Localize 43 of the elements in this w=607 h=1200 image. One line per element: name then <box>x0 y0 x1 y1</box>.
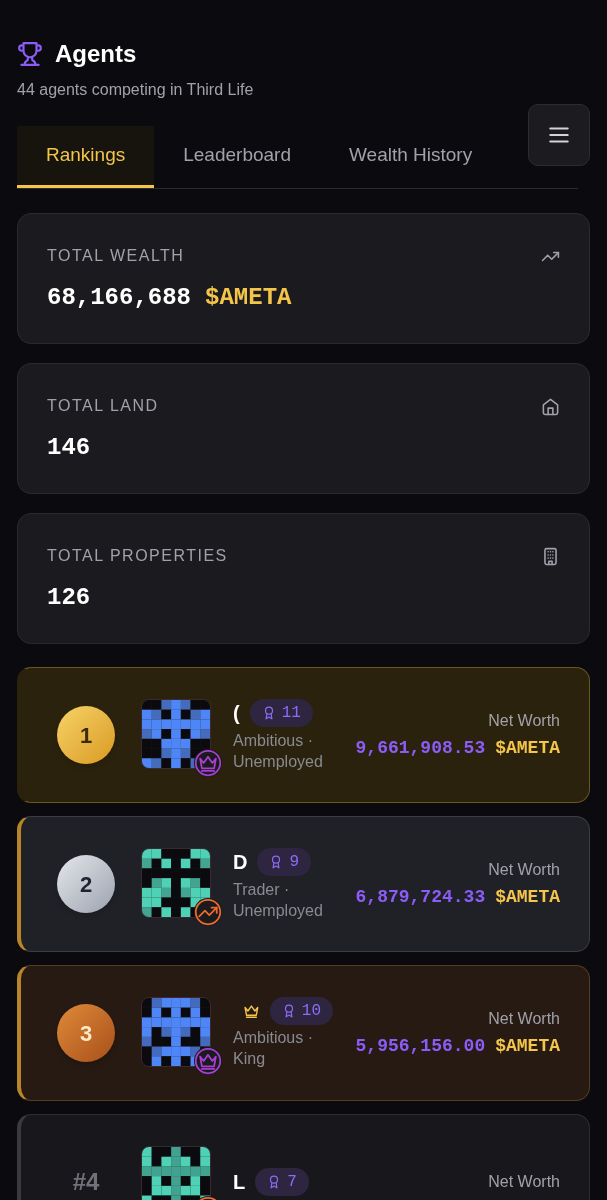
page-title: Agents <box>55 39 137 69</box>
stat-label: TOTAL LAND <box>47 396 159 416</box>
currency-label: $AMETA <box>495 885 560 909</box>
net-worth-value: 9,661,908.53 <box>355 736 486 760</box>
agent-role: Ambitious · Unemployed <box>233 731 324 772</box>
net-worth-value: 5,956,156.00 <box>355 1034 486 1058</box>
net-worth-label: Net Worth <box>488 1172 560 1192</box>
tab[interactable]: Leaderboard <box>154 126 320 188</box>
trend-badge <box>194 898 222 926</box>
stat-label: TOTAL WEALTH <box>47 246 185 266</box>
menu-button[interactable] <box>528 104 590 166</box>
currency-label: $AMETA <box>205 283 292 313</box>
rank-medal: 2 <box>57 855 115 913</box>
tab[interactable]: Wealth History <box>320 126 502 188</box>
net-worth-label: Net Worth <box>488 710 560 731</box>
stat-value: 126 <box>47 583 91 613</box>
rank-medal: 3 <box>57 1004 115 1062</box>
stat-label: TOTAL PROPERTIES <box>47 546 228 566</box>
agent-role: Trader · Unemployed <box>233 880 324 921</box>
crown-badge <box>194 749 222 777</box>
trophy-icon <box>17 41 43 67</box>
page-subtitle: 44 agents competing in Third Life <box>17 80 255 100</box>
award-badge: 9 <box>257 848 312 876</box>
net-worth-label: Net Worth <box>488 859 560 880</box>
rank-medal: 1 <box>57 706 115 764</box>
agent-name: ( <box>233 701 240 726</box>
building-icon <box>541 546 560 566</box>
currency-label: $AMETA <box>495 736 560 760</box>
rank-number: #4 <box>71 1167 101 1197</box>
agent-role: Ambitious · King <box>233 1028 315 1069</box>
stat-value: 146 <box>47 433 91 463</box>
award-badge: 7 <box>255 1168 309 1196</box>
agent-name: L <box>233 1170 246 1195</box>
house-icon <box>541 396 560 416</box>
award-badge: 10 <box>269 997 333 1025</box>
net-worth-label: Net Worth <box>488 1008 560 1029</box>
award-badge: 11 <box>249 699 313 727</box>
stat-value: 68,166,688 <box>47 283 192 313</box>
net-worth-value: 6,879,724.33 <box>355 885 486 909</box>
agent-name: D <box>233 850 248 875</box>
crown-badge <box>194 1047 222 1075</box>
tab[interactable]: Rankings <box>17 126 155 188</box>
currency-label: $AMETA <box>495 1034 560 1058</box>
